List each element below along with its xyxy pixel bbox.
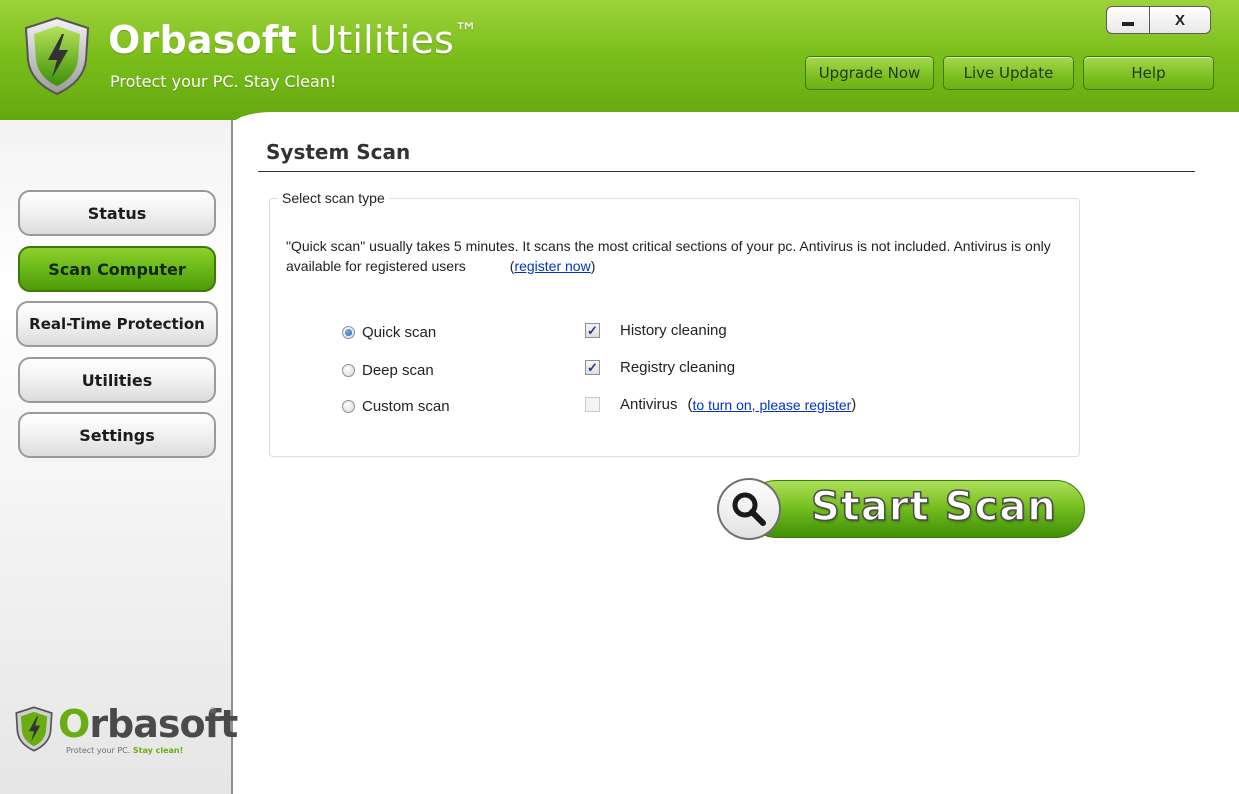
antivirus-checkbox[interactable]	[585, 397, 600, 412]
custom-scan-option[interactable]: Custom scan	[342, 398, 450, 415]
registry-cleaning-checkbox[interactable]: ✓	[585, 360, 600, 375]
header-bar: Orbasoft Utilities™ Protect your PC. Sta…	[0, 0, 1239, 120]
footer-logo-tagline: Protect your PC. Stay clean!	[66, 746, 184, 755]
deep-scan-option[interactable]: Deep scan	[342, 362, 434, 379]
groupbox-legend: Select scan type	[278, 190, 389, 206]
app-tagline: Protect your PC. Stay Clean!	[110, 72, 337, 91]
minimize-icon	[1122, 22, 1134, 26]
registry-cleaning-option[interactable]: ✓ Registry cleaning	[585, 359, 735, 376]
sidebar-item-scan-computer[interactable]: Scan Computer	[18, 246, 216, 292]
scan-description: "Quick scan" usually takes 5 minutes. It…	[286, 238, 1051, 274]
register-antivirus-link[interactable]: to turn on, please register	[693, 397, 852, 413]
minimize-button[interactable]	[1106, 6, 1149, 34]
sidebar-item-utilities[interactable]: Utilities	[18, 357, 216, 403]
app-title: Orbasoft Utilities™	[108, 18, 479, 62]
page-title: System Scan	[266, 140, 411, 164]
antivirus-option[interactable]: Antivirus (to turn on, please register)	[585, 396, 856, 413]
registered-mark: ®	[210, 706, 216, 715]
upgrade-now-button[interactable]: Upgrade Now	[805, 56, 934, 90]
quick-scan-option[interactable]: Quick scan	[342, 324, 436, 341]
register-now-link[interactable]: register now	[514, 258, 590, 274]
shield-logo-icon	[24, 16, 90, 96]
start-scan-button[interactable]: Start Scan	[717, 478, 1085, 540]
live-update-button[interactable]: Live Update	[943, 56, 1074, 90]
sidebar-item-real-time-protection[interactable]: Real-Time Protection	[16, 301, 218, 347]
start-scan-label: Start Scan	[810, 483, 1057, 531]
history-cleaning-checkbox[interactable]: ✓	[585, 323, 600, 338]
footer-logo: Orbasoft ® Protect your PC. Stay clean!	[14, 702, 238, 764]
window-controls: X	[1106, 6, 1211, 34]
app-window: Orbasoft Utilities™ Protect your PC. Sta…	[0, 0, 1239, 794]
quick-scan-radio[interactable]	[342, 326, 355, 339]
close-button[interactable]: X	[1149, 6, 1211, 34]
custom-scan-radio[interactable]	[342, 400, 355, 413]
trademark-symbol: ™	[454, 18, 479, 46]
help-button[interactable]: Help	[1083, 56, 1214, 90]
title-divider	[258, 171, 1195, 172]
sidebar-item-settings[interactable]: Settings	[18, 412, 216, 458]
sidebar-item-status[interactable]: Status	[18, 190, 216, 236]
history-cleaning-option[interactable]: ✓ History cleaning	[585, 322, 727, 339]
magnifier-icon	[717, 478, 781, 540]
shield-small-icon	[15, 706, 53, 752]
deep-scan-radio[interactable]	[342, 364, 355, 377]
sidebar: Status Scan Computer Real-Time Protectio…	[0, 120, 238, 794]
